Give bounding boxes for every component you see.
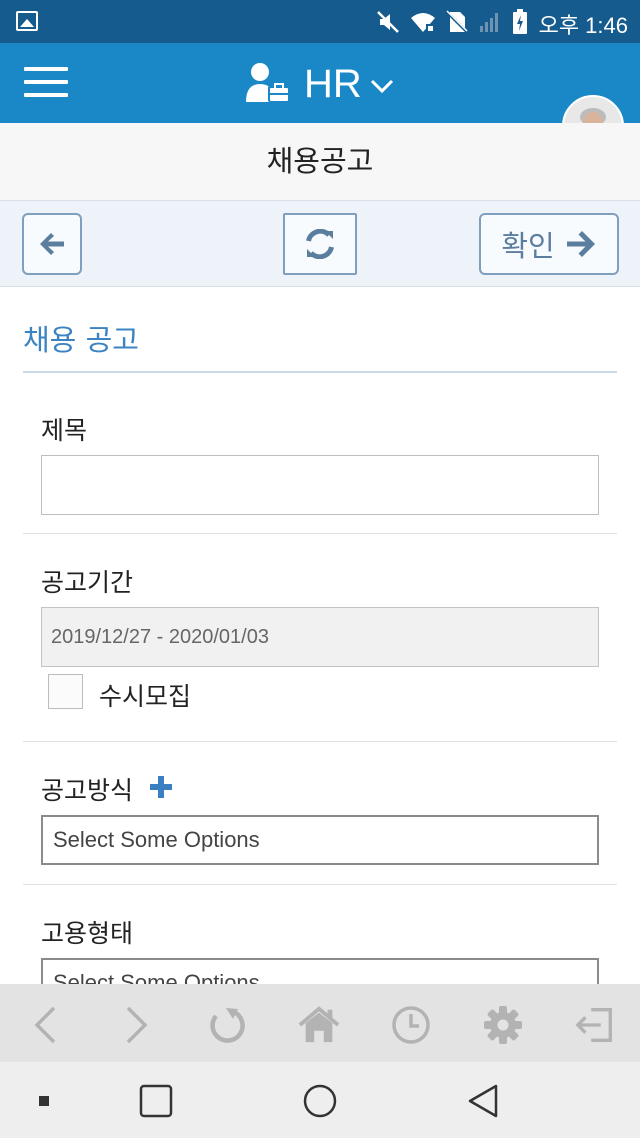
no-sim-icon	[446, 10, 468, 34]
history-icon[interactable]	[390, 1004, 432, 1046]
confirm-button[interactable]: 확인	[479, 213, 619, 275]
employment-type-select[interactable]: Select Some Options	[41, 958, 599, 984]
confirm-label: 확인	[501, 229, 555, 263]
app-switcher[interactable]: HR	[244, 61, 394, 107]
app-header: HR	[0, 43, 640, 157]
signal-icon	[480, 13, 498, 32]
overview-square-icon[interactable]	[139, 1084, 173, 1118]
forward-icon[interactable]	[116, 1004, 158, 1046]
employment-type-label: 고용형태	[41, 919, 134, 948]
arrow-right-icon	[566, 231, 595, 257]
battery-icon	[513, 9, 527, 34]
system-navigation-bar	[0, 1062, 640, 1138]
home-icon[interactable]	[298, 1004, 340, 1046]
menu-line	[24, 67, 68, 71]
rolling-recruit-label: 수시모집	[99, 682, 192, 711]
arrow-left-icon	[40, 233, 64, 255]
reload-icon[interactable]	[206, 1004, 248, 1046]
menu-line	[24, 93, 68, 97]
field-divider	[23, 741, 617, 742]
menu-line	[24, 80, 68, 84]
back-button[interactable]	[22, 213, 82, 275]
action-toolbar: 확인	[0, 201, 640, 287]
settings-icon[interactable]	[482, 1004, 524, 1046]
gallery-icon	[16, 11, 38, 31]
browser-toolbar	[0, 984, 640, 1062]
home-circle-icon[interactable]	[302, 1083, 338, 1119]
field-divider	[23, 533, 617, 534]
page-title: 채용공고	[266, 144, 374, 178]
title-label: 제목	[41, 416, 88, 445]
logout-icon[interactable]	[574, 1004, 616, 1046]
form-panel: 채용 공고 제목 공고기간 2019/12/27 - 2020/01/03 수시…	[0, 287, 640, 984]
user-briefcase-icon	[246, 63, 290, 102]
chevron-down-icon	[370, 79, 393, 94]
app-title: HR	[304, 61, 362, 106]
back-triangle-icon[interactable]	[466, 1083, 500, 1119]
section-divider	[23, 371, 617, 373]
status-icons	[376, 9, 528, 35]
rolling-recruit-checkbox[interactable]	[48, 674, 83, 709]
section-title: 채용 공고	[23, 323, 139, 357]
add-method-plus-icon[interactable]	[150, 776, 172, 798]
method-select[interactable]: Select Some Options	[41, 815, 599, 865]
period-date-range-input[interactable]: 2019/12/27 - 2020/01/03	[41, 607, 599, 667]
title-input[interactable]	[41, 455, 599, 515]
hamburger-menu-button[interactable]	[24, 67, 68, 97]
mute-icon	[377, 11, 399, 33]
field-divider	[23, 884, 617, 885]
page-title-bar: 채용공고	[0, 123, 640, 201]
period-label: 공고기간	[41, 568, 134, 597]
refresh-icon	[306, 229, 334, 259]
wifi-icon	[411, 13, 435, 32]
status-bar: 오후 1:46	[0, 0, 640, 43]
back-icon[interactable]	[24, 1004, 66, 1046]
refresh-button[interactable]	[283, 213, 357, 275]
status-time: 오후 1:46	[538, 13, 628, 38]
method-label: 공고방식	[41, 776, 134, 805]
recent-dot-icon[interactable]	[38, 1095, 50, 1107]
